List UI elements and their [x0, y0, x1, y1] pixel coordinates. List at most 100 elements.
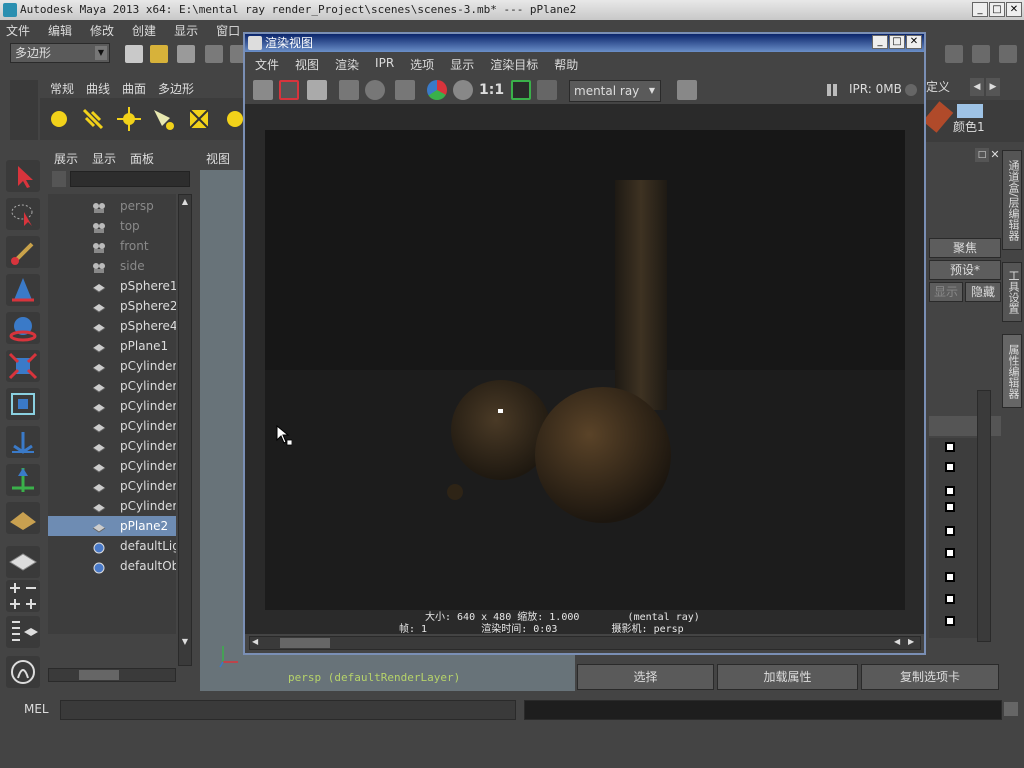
- outliner-item[interactable]: defaultLigl: [48, 536, 176, 556]
- last-tool-used-icon[interactable]: [6, 502, 40, 534]
- alpha-channel-icon[interactable]: [453, 80, 473, 100]
- presets-button[interactable]: 预设*: [929, 260, 1001, 280]
- color-swatch-icon[interactable]: [957, 104, 983, 118]
- outliner-hscroll-thumb[interactable]: [79, 670, 119, 680]
- outliner-item[interactable]: pCylinder9: [48, 496, 176, 516]
- rv-menu-display[interactable]: 显示: [450, 56, 474, 73]
- shelf-scroll-left-icon[interactable]: ◀: [970, 78, 984, 96]
- shelf-tab-general[interactable]: 常规: [50, 80, 74, 97]
- outliner-vertical-scrollbar[interactable]: ▲ ▼: [178, 194, 192, 666]
- attribute-scrollbar[interactable]: [977, 390, 991, 642]
- outliner-item[interactable]: front: [48, 236, 176, 256]
- outliner-filter-icon[interactable]: [52, 171, 66, 187]
- shelf-tab-surfaces[interactable]: 曲面: [122, 80, 146, 97]
- pause-icon[interactable]: [827, 84, 831, 96]
- checker-texture-icon[interactable]: [945, 442, 955, 452]
- soft-mod-tool-icon[interactable]: [6, 426, 40, 458]
- attribute-editor-toggle-icon[interactable]: [999, 45, 1017, 63]
- scroll-down-icon[interactable]: ▼: [180, 637, 190, 647]
- render-close-button[interactable]: ✕: [906, 35, 922, 49]
- move-tool-icon[interactable]: [6, 274, 40, 306]
- checker-texture-icon[interactable]: [945, 526, 955, 536]
- shelf-tab-polygons[interactable]: 多边形: [158, 80, 194, 97]
- scroll-right-icon[interactable]: ▶: [908, 637, 914, 646]
- outliner-item[interactable]: pCylinder3: [48, 376, 176, 396]
- paint-select-tool-icon[interactable]: [6, 236, 40, 268]
- outliner-item[interactable]: persp: [48, 196, 176, 216]
- outliner-item[interactable]: top: [48, 216, 176, 236]
- shelf-custom-label[interactable]: 定义: [926, 78, 950, 95]
- menu-window[interactable]: 窗口: [216, 22, 240, 39]
- select-button[interactable]: 选择: [577, 664, 714, 690]
- point-light-icon[interactable]: [116, 106, 142, 132]
- checker-texture-icon[interactable]: [945, 502, 955, 512]
- outliner-item[interactable]: pPlane1: [48, 336, 176, 356]
- outliner-menu-panels[interactable]: 面板: [130, 150, 154, 167]
- checker-texture-icon[interactable]: [945, 594, 955, 604]
- render-maximize-button[interactable]: □: [889, 35, 905, 49]
- open-scene-icon[interactable]: [150, 45, 168, 63]
- load-attributes-button[interactable]: 加载属性: [717, 664, 858, 690]
- save-scene-icon[interactable]: [177, 45, 195, 63]
- rv-menu-ipr[interactable]: IPR: [375, 56, 394, 73]
- checker-texture-icon[interactable]: [945, 462, 955, 472]
- outliner-item[interactable]: pSphere2: [48, 296, 176, 316]
- checker-texture-icon[interactable]: [945, 548, 955, 558]
- outliner-item[interactable]: side: [48, 256, 176, 276]
- render-view-title-bar[interactable]: 渲染视图 _ □ ✕: [245, 34, 924, 52]
- outliner-item[interactable]: defaultObj: [48, 556, 176, 576]
- rv-menu-render-target[interactable]: 渲染目标: [490, 56, 538, 73]
- rv-menu-file[interactable]: 文件: [255, 56, 279, 73]
- refresh-ipr-icon[interactable]: [365, 80, 385, 100]
- paint-brush-icon[interactable]: [922, 101, 954, 133]
- outliner-menu-show[interactable]: 展示: [54, 150, 78, 167]
- menu-display[interactable]: 显示: [174, 22, 198, 39]
- lasso-tool-icon[interactable]: [6, 198, 40, 230]
- checker-texture-icon[interactable]: [945, 572, 955, 582]
- ipr-render-icon[interactable]: [339, 80, 359, 100]
- render-diagnostics-icon[interactable]: [677, 80, 697, 100]
- menu-set-dropdown[interactable]: 多边形 ▼: [10, 43, 110, 63]
- rv-menu-render[interactable]: 渲染: [335, 56, 359, 73]
- new-scene-icon[interactable]: [125, 45, 143, 63]
- universal-manipulator-icon[interactable]: [6, 388, 40, 420]
- outliner-item[interactable]: pSphere1: [48, 276, 176, 296]
- checker-texture-icon[interactable]: [945, 486, 955, 496]
- scroll-left-icon[interactable]: ◀: [894, 637, 900, 646]
- rv-menu-view[interactable]: 视图: [295, 56, 319, 73]
- select-tool-icon[interactable]: [6, 160, 40, 192]
- menu-create[interactable]: 创建: [132, 22, 156, 39]
- close-button[interactable]: ✕: [1006, 2, 1022, 17]
- scroll-left-icon[interactable]: ◀: [252, 637, 258, 646]
- outliner-item[interactable]: pCylinder4: [48, 396, 176, 416]
- copy-tab-button[interactable]: 复制选项卡: [861, 664, 999, 690]
- mel-command-input[interactable]: [60, 700, 516, 720]
- ambient-light-icon[interactable]: [46, 106, 72, 132]
- render-hscroll-thumb[interactable]: [280, 638, 330, 648]
- rgb-channels-icon[interactable]: [427, 80, 447, 100]
- tab-attribute-editor[interactable]: 属性编辑器: [1002, 334, 1022, 408]
- render-region-icon[interactable]: [279, 80, 299, 100]
- outliner-item[interactable]: pCylinder6: [48, 436, 176, 456]
- minimize-button[interactable]: _: [972, 2, 988, 17]
- render-horizontal-scrollbar[interactable]: ◀ ◀ ▶: [249, 636, 921, 650]
- real-size-button[interactable]: 1:1: [479, 82, 504, 98]
- layout-single-icon[interactable]: [6, 546, 40, 578]
- keep-image-icon[interactable]: [511, 80, 531, 100]
- area-light-icon[interactable]: [186, 106, 212, 132]
- checker-texture-icon[interactable]: [945, 616, 955, 626]
- quick-layout-icon[interactable]: [6, 656, 40, 688]
- shelf-scroll-right-icon[interactable]: ▶: [986, 78, 1000, 96]
- outliner-item[interactable]: pCylinder7: [48, 456, 176, 476]
- panel-close-icon[interactable]: ✕: [989, 148, 1001, 162]
- outliner-item[interactable]: pCylinder2: [48, 356, 176, 376]
- tool-settings-toggle-icon[interactable]: [972, 45, 990, 63]
- remove-image-icon[interactable]: [537, 80, 557, 100]
- snapshot-icon[interactable]: [307, 80, 327, 100]
- show-manipulator-icon[interactable]: [6, 464, 40, 496]
- renderer-dropdown[interactable]: mental ray ▼: [569, 80, 661, 102]
- mel-label[interactable]: MEL: [24, 702, 49, 716]
- redo-render-icon[interactable]: [253, 80, 273, 100]
- channel-box-toggle-icon[interactable]: [945, 45, 963, 63]
- rotate-tool-icon[interactable]: [6, 312, 40, 344]
